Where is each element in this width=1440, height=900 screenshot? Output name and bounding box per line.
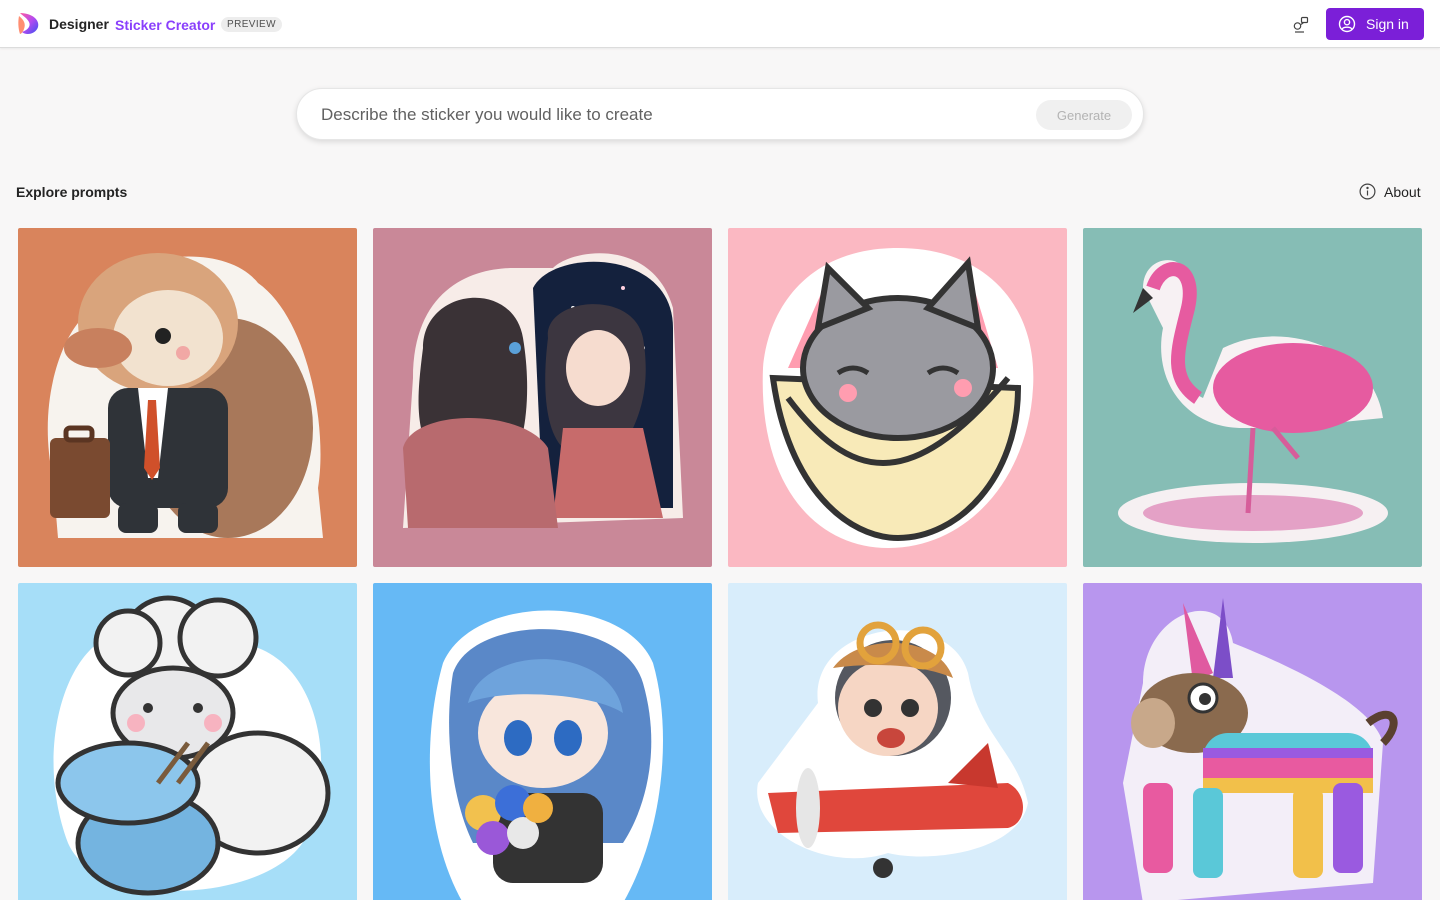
account-icon	[1338, 15, 1356, 33]
gallery-card-galaxy-mirror[interactable]	[373, 228, 712, 567]
flamingo-sticker-image	[1083, 228, 1422, 567]
shapes-icon[interactable]	[1290, 13, 1312, 35]
designer-logo-icon	[18, 13, 39, 35]
gallery-card-pilot-kid[interactable]	[728, 583, 1067, 900]
generate-button[interactable]: Generate	[1036, 100, 1132, 130]
gallery-card-flamingo[interactable]	[1083, 228, 1422, 567]
gallery-card-knitting-sheep[interactable]	[18, 583, 357, 900]
sign-in-button[interactable]: Sign in	[1326, 8, 1424, 40]
sign-in-label: Sign in	[1366, 16, 1409, 32]
brand-name: Designer	[49, 16, 109, 32]
prompt-bar: Generate	[296, 88, 1144, 140]
top-bar: Designer Sticker Creator PREVIEW Sign in	[0, 0, 1440, 48]
knitting-sheep-sticker-image	[18, 583, 357, 900]
sticker-prompt-input[interactable]	[321, 103, 1021, 127]
preview-badge: PREVIEW	[221, 17, 282, 32]
gallery-card-cat-burrito[interactable]	[728, 228, 1067, 567]
cat-burrito-sticker-image	[728, 228, 1067, 567]
about-button[interactable]: About	[1359, 183, 1421, 200]
platypus-sticker-image	[18, 228, 357, 567]
donkey-pinata-sticker-image	[1083, 583, 1422, 900]
info-icon	[1359, 183, 1376, 200]
gallery-card-donkey-pinata[interactable]	[1083, 583, 1422, 900]
about-label: About	[1384, 183, 1421, 200]
product-name[interactable]: Sticker Creator	[115, 17, 215, 33]
pilot-kid-sticker-image	[728, 583, 1067, 900]
galaxy-mirror-sticker-image	[373, 228, 712, 567]
explore-prompts-heading: Explore prompts	[16, 184, 128, 200]
gallery-card-anime-bouquet[interactable]	[373, 583, 712, 900]
anime-bouquet-sticker-image	[373, 583, 712, 900]
gallery-card-platypus[interactable]	[18, 228, 357, 567]
